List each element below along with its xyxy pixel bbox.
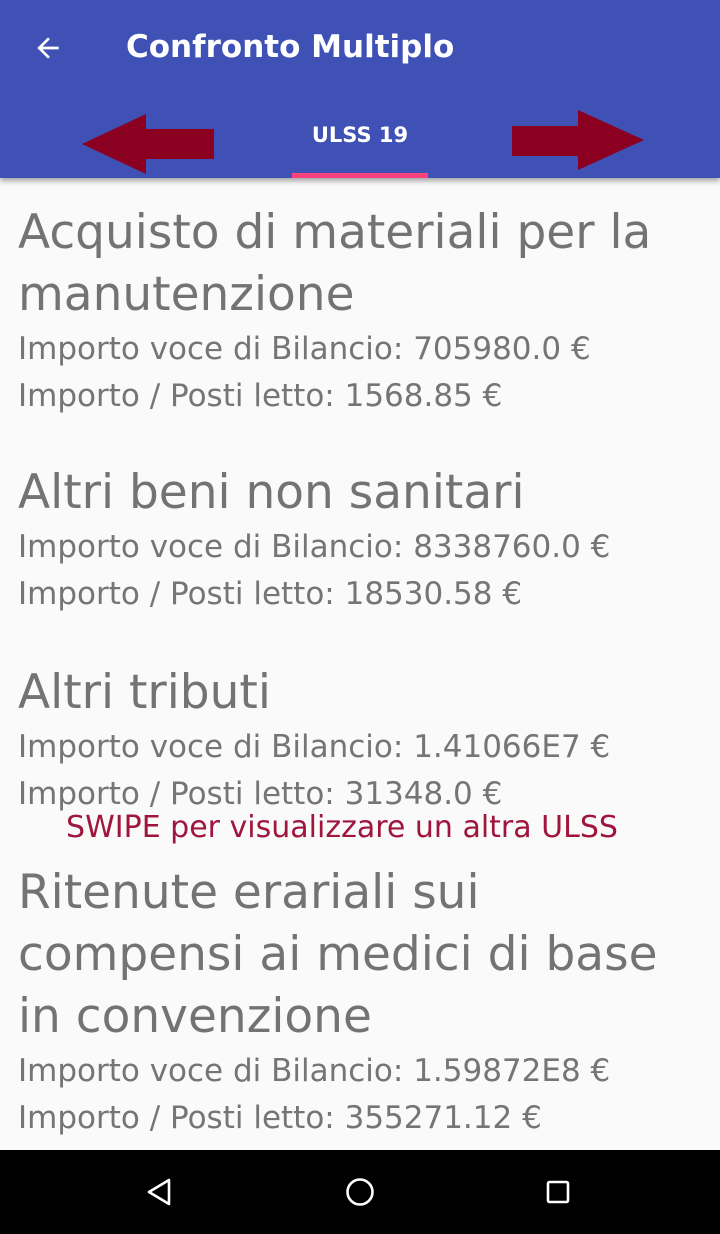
swipe-hint: SWIPE per visualizzare un altra ULSS <box>66 810 618 845</box>
item-title: Altri tributi <box>18 665 271 720</box>
item-importo-posti: Importo / Posti letto: 1568.85 € <box>18 378 503 414</box>
nav-home-button[interactable] <box>336 1168 384 1216</box>
content-list[interactable]: Acquisto di materiali per la manutenzion… <box>0 178 720 1150</box>
item-importo-bilancio: Importo voce di Bilancio: 705980.0 € <box>18 331 591 367</box>
red-arrow-left-icon <box>82 114 214 174</box>
arrow-back-icon <box>37 37 59 59</box>
nav-back-button[interactable] <box>136 1168 184 1216</box>
nav-back-triangle-icon <box>147 1178 171 1206</box>
system-navigation-bar <box>0 1150 720 1234</box>
item-title: Acquisto di materiali per la manutenzion… <box>18 205 652 322</box>
item-title: Altri beni non sanitari <box>18 465 525 520</box>
item-title: Ritenute erariali sui compensi ai medici… <box>18 865 658 1044</box>
list-item: Acquisto di materiali per la manutenzion… <box>18 202 698 420</box>
nav-recents-button[interactable] <box>534 1168 582 1216</box>
tab-indicator <box>292 173 428 178</box>
nav-home-circle-icon <box>346 1178 374 1206</box>
item-importo-posti: Importo / Posti letto: 355271.12 € <box>18 1100 542 1136</box>
list-item: Altri beni non sanitari Importo voce di … <box>18 462 698 618</box>
list-item: Altri tributi Importo voce di Bilancio: … <box>18 662 698 818</box>
page-title: Confronto Multiplo <box>126 29 455 65</box>
app-toolbar: Confronto Multiplo <box>0 0 720 94</box>
nav-recents-square-icon <box>546 1180 570 1204</box>
app-screen: Confronto Multiplo ULSS 19 Acquisto di m… <box>0 0 720 1234</box>
item-importo-bilancio: Importo voce di Bilancio: 1.59872E8 € <box>18 1053 611 1089</box>
tab-ulss-19[interactable]: ULSS 19 <box>292 94 428 178</box>
back-button[interactable] <box>22 22 74 74</box>
red-arrow-right-icon <box>512 110 644 170</box>
tab-label: ULSS 19 <box>311 123 409 147</box>
list-item: Ritenute erariali sui compensi ai medici… <box>18 862 698 1142</box>
item-importo-posti: Importo / Posti letto: 18530.58 € <box>18 576 523 612</box>
item-importo-bilancio: Importo voce di Bilancio: 8338760.0 € <box>18 529 611 565</box>
item-importo-bilancio: Importo voce di Bilancio: 1.41066E7 € <box>18 729 611 765</box>
